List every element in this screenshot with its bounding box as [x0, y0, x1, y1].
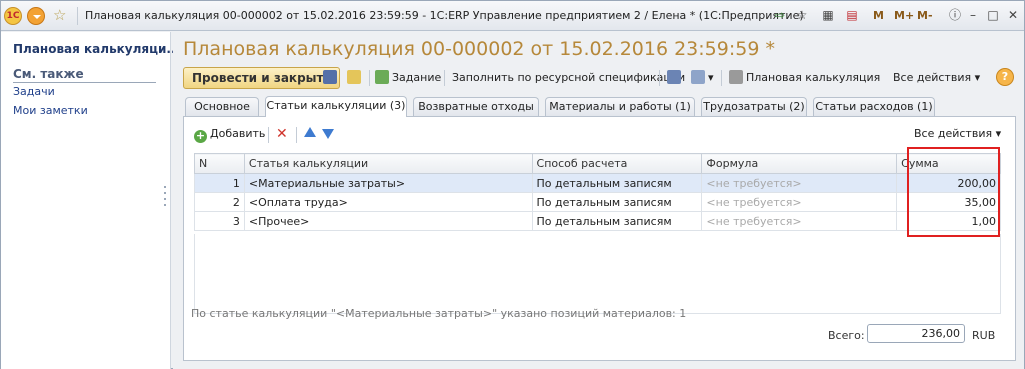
tab-expense-items[interactable]: Статьи расходов (1) — [813, 97, 935, 116]
move-down-icon[interactable] — [322, 129, 334, 139]
mem-plus-button[interactable]: M+ — [894, 9, 914, 22]
report-list-icon[interactable] — [667, 69, 684, 87]
row-number: 1 — [194, 173, 245, 193]
title-separator — [77, 7, 78, 25]
total-label: Всего: — [828, 329, 865, 342]
cost-items-table: N Статья калькуляции Способ расчета Форм… — [194, 153, 1001, 231]
row-number: 3 — [194, 211, 245, 231]
maximize-icon[interactable]: □ — [984, 6, 1002, 24]
app-logo-icon[interactable]: 1С — [4, 7, 22, 25]
mem-m-button[interactable]: M — [873, 9, 884, 22]
close-icon[interactable]: ✕ — [1004, 6, 1022, 24]
nav-panel-title[interactable]: Плановая калькуляци... — [13, 42, 180, 56]
cost-item-cell[interactable]: <Оплата труда> — [243, 192, 533, 212]
see-also-divider — [13, 82, 156, 83]
window-title: Плановая калькуляция 00-000002 от 15.02.… — [85, 9, 804, 22]
move-up-icon[interactable] — [304, 127, 316, 137]
favorite-star-icon[interactable]: ☆ — [53, 6, 66, 24]
print-label: Плановая калькуляция — [746, 71, 881, 84]
calc-method-cell[interactable]: По детальным записям — [531, 211, 703, 231]
main-menu-icon[interactable] — [27, 7, 45, 25]
help-button[interactable]: ? — [996, 68, 1014, 86]
table-row[interactable]: 2 <Оплата труда> По детальным записям <н… — [194, 192, 1001, 212]
print-calculation-button[interactable]: Плановая калькуляция — [729, 69, 880, 87]
table-all-actions-button[interactable]: Все действия ▾ — [914, 125, 1001, 143]
toolbar-separator — [721, 70, 722, 86]
toolbar-separator — [369, 70, 370, 86]
calendar-icon[interactable]: ▤ — [843, 6, 861, 24]
form-toolbar: Провести и закрыть Задание Заполнить по … — [181, 67, 1016, 91]
currency-label: RUB — [972, 329, 996, 342]
delete-icon[interactable]: ✕ — [276, 126, 288, 142]
post-document-icon[interactable] — [347, 69, 364, 87]
add-row-button[interactable]: + Добавить — [194, 125, 265, 143]
forward-link-icon[interactable]: ⇨ — [771, 6, 789, 24]
toolbar-separator — [268, 127, 269, 143]
tab-returnable-waste[interactable]: Возвратные отходы — [413, 97, 539, 116]
column-header-n[interactable]: N — [194, 153, 245, 174]
column-header-cost-item[interactable]: Статья калькуляции — [243, 153, 533, 174]
printer-icon — [729, 70, 743, 84]
save-icon[interactable] — [323, 69, 340, 87]
nav-link-tasks[interactable]: Задачи — [13, 85, 55, 98]
app-window: 1С ☆ Плановая калькуляция 00-000002 от 1… — [0, 0, 1025, 369]
mem-minus-button[interactable]: M- — [917, 9, 933, 22]
panel-splitter[interactable] — [163, 182, 167, 222]
materials-info-text: По статье калькуляции "<Материальные зат… — [191, 307, 687, 320]
tab-main[interactable]: Основное — [185, 97, 259, 116]
task-button[interactable]: Задание — [375, 69, 441, 87]
toolbar-separator — [444, 70, 445, 86]
plus-icon: + — [194, 129, 207, 143]
row-number: 2 — [194, 192, 245, 212]
print-menu-icon[interactable]: ▾ — [691, 69, 714, 87]
fill-by-spec-button[interactable]: Заполнить по ресурсной спецификации — [452, 69, 685, 87]
all-actions-button[interactable]: Все действия ▾ — [893, 69, 980, 87]
column-header-calc-method[interactable]: Способ расчета — [531, 153, 703, 174]
navigation-panel: Плановая калькуляци... См. также Задачи … — [1, 32, 180, 369]
formula-cell[interactable]: <не требуется> — [701, 173, 898, 193]
calculator-icon[interactable]: ▦ — [819, 6, 837, 24]
title-bar: 1С ☆ Плановая калькуляция 00-000002 от 1… — [1, 1, 1024, 31]
table-toolbar: + Добавить ✕ Все действия ▾ — [194, 125, 1004, 145]
page-title: Плановая калькуляция 00-000002 от 15.02.… — [183, 38, 775, 60]
add-label: Добавить — [210, 127, 266, 140]
amount-column-highlight — [907, 147, 1000, 237]
column-header-formula[interactable]: Формула — [701, 153, 898, 174]
see-also-heading: См. также — [13, 67, 84, 81]
task-icon — [375, 70, 389, 84]
table-row[interactable]: 1 <Материальные затраты> По детальным за… — [194, 173, 1001, 193]
calc-method-cell[interactable]: По детальным записям — [531, 192, 703, 212]
formula-cell[interactable]: <не требуется> — [701, 192, 898, 212]
tab-labor-costs[interactable]: Трудозатраты (2) — [701, 97, 807, 116]
formula-cell[interactable]: <не требуется> — [701, 211, 898, 231]
post-and-close-button[interactable]: Провести и закрыть — [183, 67, 341, 89]
calc-method-cell[interactable]: По детальным записям — [531, 173, 703, 193]
cost-item-cell[interactable]: <Материальные затраты> — [243, 173, 533, 193]
cost-item-cell[interactable]: <Прочее> — [243, 211, 533, 231]
table-empty-area[interactable] — [194, 234, 1001, 314]
tab-cost-items[interactable]: Статьи калькуляции (3) — [265, 96, 407, 117]
favorites-icon[interactable]: ☆ — [793, 6, 811, 24]
toolbar-separator — [659, 70, 660, 86]
toolbar-separator — [296, 127, 297, 143]
task-label: Задание — [392, 71, 442, 84]
minimize-icon[interactable]: – — [964, 6, 982, 24]
table-row[interactable]: 3 <Прочее> По детальным записям <не треб… — [194, 211, 1001, 231]
help-info-icon[interactable]: ⓘ — [946, 6, 964, 24]
nav-link-notes[interactable]: Мои заметки — [13, 104, 88, 117]
tab-materials-works[interactable]: Материалы и работы (1) — [545, 97, 695, 116]
total-amount-field[interactable]: 236,00 — [867, 324, 965, 343]
